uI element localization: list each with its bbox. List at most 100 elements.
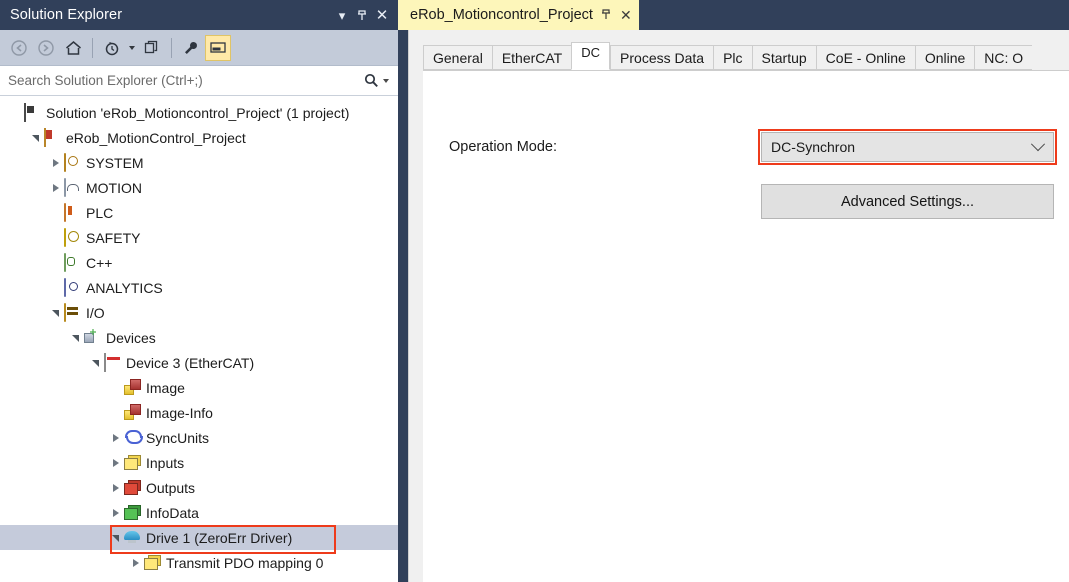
property-tab-label: CoE - Online: [825, 49, 906, 66]
expand-arrow-icon[interactable]: [108, 425, 124, 450]
property-tab[interactable]: EtherCAT: [491, 45, 572, 70]
collapse-arrow-icon[interactable]: [28, 125, 44, 150]
document-tab-active[interactable]: eRob_Motioncontrol_Project ✕: [398, 0, 639, 30]
devices-icon: [84, 329, 101, 346]
analytics-icon: [64, 278, 81, 297]
solution-explorer-panel: Solution Explorer ▾ ✕ Search Solution Ex…: [0, 0, 398, 582]
operation-mode-select[interactable]: DC-Synchron: [761, 132, 1054, 162]
solution-explorer-titlebar: Solution Explorer ▾ ✕: [0, 0, 398, 30]
document-tab-close-icon[interactable]: ✕: [620, 8, 632, 22]
ethercat-icon: [104, 353, 121, 372]
solution-tree[interactable]: Solution 'eRob_Motioncontrol_Project' (1…: [0, 96, 398, 582]
property-tab[interactable]: Process Data: [610, 45, 714, 70]
tree-item[interactable]: ANALYTICS: [0, 275, 398, 300]
search-input[interactable]: [8, 73, 362, 88]
folder-yellow-icon: [124, 454, 141, 471]
motion-glyph: [64, 178, 66, 197]
tree-item[interactable]: Drive 1 (ZeroErr Driver): [0, 525, 398, 554]
tc3-engineering-window: Solution Explorer ▾ ✕ Search Solution Ex…: [0, 0, 1069, 582]
property-tab[interactable]: CoE - Online: [815, 45, 915, 70]
property-tab[interactable]: DC: [571, 42, 611, 70]
tree-item[interactable]: Device 3 (EtherCAT): [0, 350, 398, 375]
expand-arrow-icon[interactable]: [48, 150, 64, 175]
collapse-arrow-icon[interactable]: [48, 300, 64, 325]
operation-mode-value: DC-Synchron: [771, 139, 856, 155]
tree-item[interactable]: MOTION: [0, 175, 398, 200]
tree-item[interactable]: InfoData: [0, 500, 398, 525]
tree-item[interactable]: Image-Info: [0, 400, 398, 425]
tree-item-label: Solution 'eRob_Motioncontrol_Project' (1…: [46, 104, 350, 121]
tree-item-label: eRob_MotionControl_Project: [66, 129, 246, 146]
tree-item[interactable]: eRob_MotionControl_Project: [0, 125, 398, 150]
pending-changes-dropdown-icon[interactable]: [126, 35, 138, 61]
collapse-arrow-icon[interactable]: [108, 525, 124, 550]
tree-item-label: Device 3 (EtherCAT): [126, 354, 255, 371]
solution-icon: [24, 103, 41, 122]
tree-item[interactable]: Inputs: [0, 450, 398, 475]
collapse-arrow-icon[interactable]: [68, 325, 84, 350]
property-tab-label: Online: [924, 49, 966, 66]
sync-with-active-document-icon[interactable]: [139, 35, 165, 61]
tree-item[interactable]: SYSTEM: [0, 150, 398, 175]
expand-arrow-icon[interactable]: [128, 550, 144, 575]
image-icon: [124, 404, 141, 421]
preview-selected-items-icon[interactable]: [205, 34, 231, 61]
forward-icon[interactable]: [33, 35, 59, 61]
tree-item-label: Image-Info: [146, 404, 213, 421]
property-tab[interactable]: NC: O: [974, 45, 1033, 70]
tree-item-label: Transmit PDO mapping 0: [166, 554, 324, 571]
property-tab-label: Plc: [723, 49, 743, 66]
tree-item[interactable]: PLC: [0, 200, 398, 225]
expand-arrow-icon[interactable]: [108, 475, 124, 500]
tree-item[interactable]: Outputs: [0, 475, 398, 500]
folder-green-icon: [124, 504, 141, 521]
search-options-dropdown-icon[interactable]: [380, 69, 392, 93]
panel-close-icon[interactable]: ✕: [372, 4, 392, 26]
tree-item[interactable]: I/O: [0, 300, 398, 325]
panel-dropdown-icon[interactable]: ▾: [332, 4, 352, 26]
syncunits-icon: [124, 429, 141, 446]
cpp-glyph: [64, 253, 66, 272]
property-tab[interactable]: Plc: [713, 45, 752, 70]
tree-item[interactable]: C++: [0, 250, 398, 275]
drive-icon: [124, 529, 141, 546]
folder-yellow-icon: [144, 554, 161, 571]
property-tabstrip[interactable]: General EtherCAT DC Process Data Plc Startup C…: [409, 42, 1069, 70]
back-icon[interactable]: [6, 35, 32, 61]
tree-item[interactable]: Image: [0, 375, 398, 400]
document-tabstrip: eRob_Motioncontrol_Project ✕: [398, 0, 1069, 30]
tree-item[interactable]: Solution 'eRob_Motioncontrol_Project' (1…: [0, 100, 398, 125]
tree-item[interactable]: Transmit PDO mapping 0: [0, 550, 398, 575]
property-tab[interactable]: Online: [914, 45, 975, 70]
properties-wrench-icon[interactable]: [178, 35, 204, 61]
property-tab-label: Process Data: [620, 49, 705, 66]
expand-arrow-icon[interactable]: [108, 500, 124, 525]
tree-item[interactable]: SyncUnits: [0, 425, 398, 450]
plc-icon: [64, 203, 81, 222]
panel-pin-icon[interactable]: [352, 4, 372, 26]
advanced-settings-button[interactable]: Advanced Settings...: [761, 184, 1054, 219]
tree-item-label: C++: [86, 254, 113, 271]
chevron-down-icon[interactable]: [1023, 133, 1053, 161]
search-icon[interactable]: [362, 73, 380, 88]
property-tab[interactable]: Startup: [751, 45, 816, 70]
tree-item[interactable]: SAFETY: [0, 225, 398, 250]
expand-arrow-icon[interactable]: [108, 450, 124, 475]
ethercat-glyph: [104, 353, 106, 372]
tree-item-label: SyncUnits: [146, 429, 210, 446]
document-tab-pin-icon[interactable]: [601, 8, 612, 22]
expand-arrow-icon[interactable]: [48, 175, 64, 200]
pending-changes-icon[interactable]: [99, 35, 125, 61]
operation-mode-label: Operation Mode:: [449, 139, 558, 155]
home-icon[interactable]: [60, 35, 86, 61]
tree-item-label: Inputs: [146, 454, 185, 471]
project-glyph: [44, 128, 46, 147]
tree-item[interactable]: Devices: [0, 325, 398, 350]
property-tab[interactable]: General: [423, 45, 492, 70]
collapse-arrow-icon[interactable]: [88, 350, 104, 375]
tree-item-label: Outputs: [146, 479, 196, 496]
